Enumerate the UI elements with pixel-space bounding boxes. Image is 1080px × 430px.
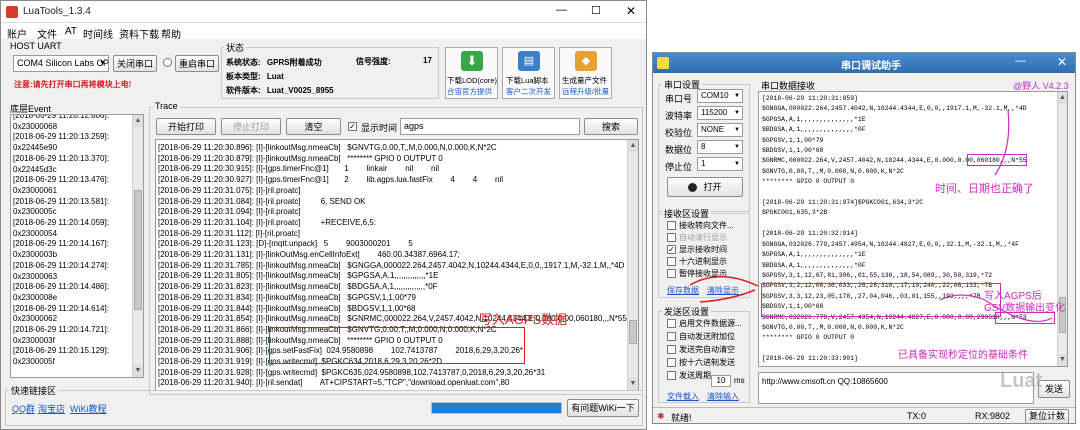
arrow-line <box>994 109 1010 176</box>
gsv-annotation: 写入AGPS后 GSV数据输出变化 <box>984 291 1066 314</box>
datetime-annotation: 时间、日期也正确了 <box>935 183 1034 195</box>
arrow-line <box>939 294 986 301</box>
watermark: Luat <box>1000 370 1043 392</box>
arrow-line <box>699 289 756 303</box>
basis-annotation: 已具备实现秒定位的基础条件 <box>898 350 1028 361</box>
annotation-arrows <box>689 109 1053 322</box>
arrow-line <box>689 276 759 287</box>
